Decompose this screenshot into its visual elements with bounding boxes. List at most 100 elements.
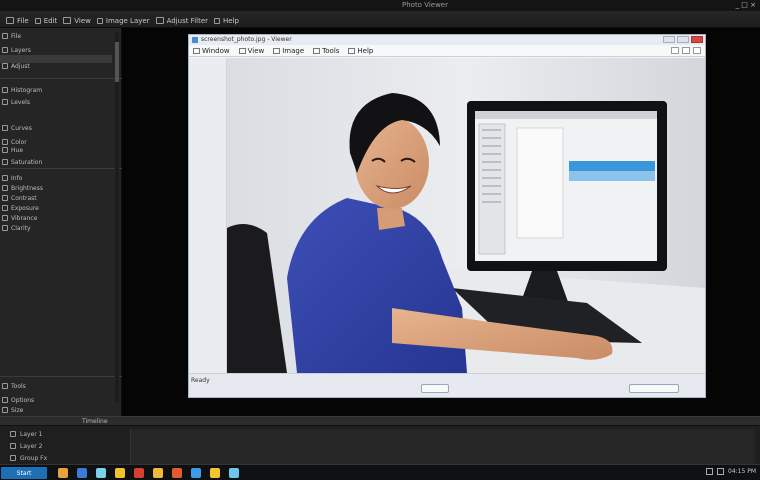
panel-row-label: Histogram [11, 86, 43, 94]
timeline-track-area[interactable] [130, 429, 755, 465]
app-title: Photo Viewer [402, 1, 448, 9]
panel-row[interactable]: Hue [2, 146, 23, 154]
maximize-button[interactable] [677, 36, 689, 43]
panel-row[interactable]: Options [2, 396, 34, 404]
filter-icon [155, 17, 164, 24]
view-icon [63, 17, 72, 24]
taskbar-app-icon[interactable] [229, 468, 239, 478]
panel-divider [0, 376, 122, 377]
menu-item-label: Help [223, 16, 239, 25]
fullscreen-icon[interactable] [693, 47, 701, 54]
panel-row-label: Layers [11, 46, 31, 54]
timeline-title: Timeline [82, 418, 108, 425]
taskbar-app-icon[interactable] [96, 468, 106, 478]
row-icon [2, 159, 8, 165]
menu-item-adjust-filter[interactable]: Adjust Filter [155, 17, 208, 25]
viewer-menu-window[interactable]: Window [193, 47, 230, 55]
menu-icon [193, 47, 200, 54]
row-icon [2, 397, 8, 403]
row-icon [2, 33, 8, 39]
row-icon [2, 139, 8, 145]
menu-item-image-layer[interactable]: Image Layer [96, 17, 150, 25]
panel-row[interactable]: Curves [2, 124, 32, 132]
close-button[interactable] [691, 36, 703, 43]
eye-icon[interactable] [10, 443, 16, 449]
menu-icon [313, 47, 321, 54]
panel-row[interactable]: Clarity [2, 224, 31, 232]
taskbar-app-icon[interactable] [58, 468, 68, 478]
panel-row[interactable]: Info [2, 174, 22, 182]
menu-item-help[interactable]: Help [214, 17, 239, 25]
viewer-menu-view[interactable]: View [238, 46, 265, 55]
network-icon[interactable] [706, 468, 713, 475]
panel-row[interactable]: Color [2, 138, 27, 146]
taskbar-app-icon[interactable] [115, 468, 125, 478]
timeline-row[interactable]: Layer 1 [10, 429, 42, 439]
panel-row[interactable]: File [2, 32, 21, 40]
row-icon [2, 47, 8, 53]
volume-icon[interactable] [717, 468, 724, 475]
menu-item-view[interactable]: View [63, 17, 91, 25]
panel-row-label: File [11, 32, 22, 40]
timeline-row-label: Group Fx [20, 454, 48, 462]
panel-row-label: Tools [11, 382, 26, 390]
scrollbar-thumb[interactable] [115, 42, 119, 82]
title-strip: Photo Viewer _ □ × [0, 0, 760, 11]
panel-row[interactable]: Histogram [2, 86, 42, 94]
panel-row[interactable]: Saturation [2, 158, 42, 166]
clock[interactable]: 04:15 PM [728, 468, 756, 475]
viewer-menu-help[interactable]: Help [348, 47, 373, 55]
timeline-row[interactable]: Group Fx [10, 453, 47, 463]
timeline-row[interactable]: Layer 2 [10, 441, 42, 451]
menu-icon [273, 47, 281, 54]
viewer-menu-label: Image [282, 46, 305, 55]
menu-item-edit[interactable]: Edit [34, 17, 57, 25]
panel-row[interactable]: Layers [2, 46, 31, 54]
start-button[interactable]: Start [1, 467, 47, 479]
viewer-side-strip [189, 58, 227, 373]
window-controls[interactable]: _ □ × [736, 1, 756, 9]
left-panel-scrollbar[interactable] [115, 32, 119, 402]
zoom-button[interactable] [421, 384, 449, 393]
panel-row[interactable]: Exposure [2, 204, 39, 212]
taskbar-app-icon[interactable] [153, 468, 163, 478]
timeline-row-label: Layer 1 [20, 430, 43, 438]
row-icon [2, 87, 8, 93]
taskbar-app-icon[interactable] [210, 468, 220, 478]
panel-row-label: Clarity [11, 224, 31, 232]
eye-icon[interactable] [10, 455, 16, 461]
panel-row[interactable]: Size [2, 406, 23, 414]
panel-row[interactable]: Brightness [2, 184, 43, 192]
panel-row[interactable]: Levels [2, 98, 30, 106]
taskbar: Start 04:15 PM [0, 464, 760, 480]
row-icon [2, 215, 8, 221]
taskbar-app-icon[interactable] [172, 468, 182, 478]
panel-row-label: Contrast [11, 194, 37, 202]
nav-button[interactable] [629, 384, 679, 393]
panel-row[interactable]: Adjust [2, 62, 30, 70]
panel-row-label: Vibrance [11, 214, 38, 222]
viewer-window-controls [663, 36, 703, 43]
minimize-button[interactable] [663, 36, 675, 43]
eye-icon[interactable] [10, 431, 16, 437]
row-icon [2, 175, 8, 181]
viewer-title: screenshot_photo.jpg - Viewer [201, 36, 292, 43]
taskbar-app-icon[interactable] [191, 468, 201, 478]
settings-icon[interactable] [682, 47, 690, 54]
photo-image [227, 58, 705, 373]
grid-icon[interactable] [671, 47, 679, 54]
viewer-menu-image[interactable]: Image [273, 47, 304, 55]
taskbar-app-icon[interactable] [77, 468, 87, 478]
panel-row-label: Info [11, 174, 23, 182]
panel-row[interactable]: Vibrance [2, 214, 37, 222]
viewer-menu-label: View [247, 46, 265, 55]
menu-item-file[interactable]: File [6, 17, 29, 25]
panel-row[interactable]: Tools [2, 382, 26, 390]
panel-row-label: Levels [11, 98, 30, 106]
panel-row[interactable]: Contrast [2, 194, 37, 202]
panel-divider [0, 168, 122, 169]
viewer-menu-tools[interactable]: Tools [313, 47, 339, 55]
viewer-toolbar-icons [671, 47, 701, 54]
taskbar-app-icon[interactable] [134, 468, 144, 478]
status-text: Ready [191, 377, 210, 384]
